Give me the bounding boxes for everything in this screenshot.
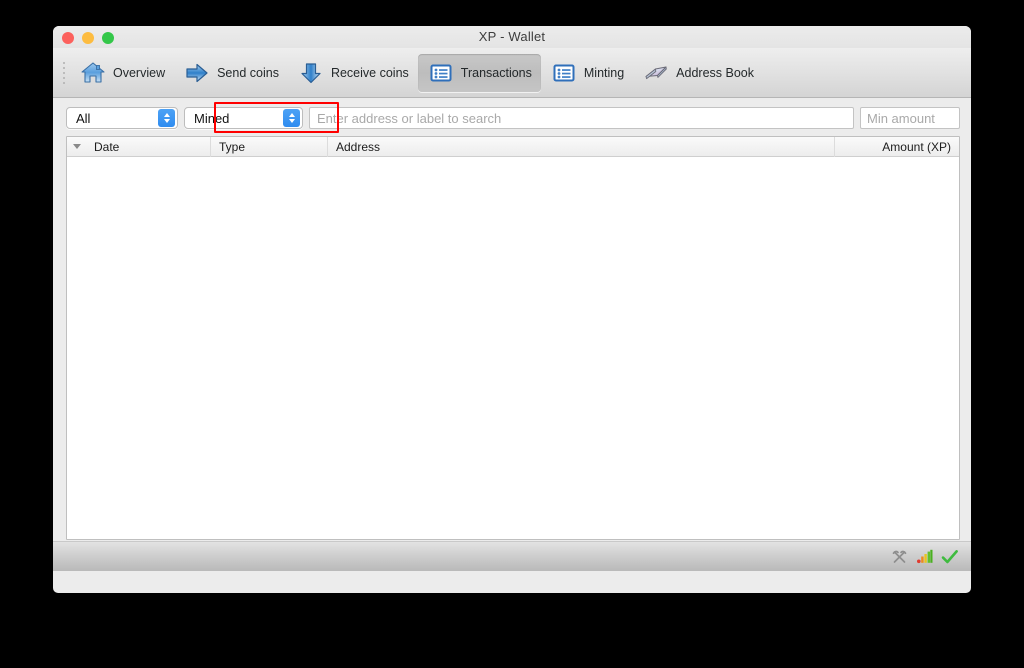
search-input[interactable]	[309, 107, 854, 129]
chevron-updown-icon[interactable]	[283, 109, 300, 127]
toolbar: Overview Send coins Receive coins Transa…	[53, 48, 971, 98]
column-label: Amount (XP)	[882, 139, 951, 154]
transactions-table: Date Type Address Amount (XP)	[66, 136, 960, 540]
title-bar: XP - Wallet	[53, 26, 971, 48]
mining-pickaxe-icon[interactable]	[892, 549, 909, 565]
toolbar-item-label: Receive coins	[330, 65, 409, 80]
toolbar-item-minting[interactable]: Minting	[541, 54, 633, 92]
column-header-sort[interactable]	[67, 137, 86, 157]
column-label: Address	[336, 139, 381, 154]
column-header-date[interactable]: Date	[86, 137, 211, 157]
toolbar-item-label: Overview	[113, 65, 166, 80]
list-icon	[553, 64, 575, 81]
toolbar-grip-handle[interactable]	[59, 60, 68, 86]
column-label: Date	[94, 139, 120, 154]
list-icon	[430, 64, 452, 81]
toolbar-item-label: Address Book	[676, 65, 754, 80]
min-amount-input[interactable]	[860, 107, 960, 129]
toolbar-item-overview[interactable]: Overview	[70, 54, 174, 92]
column-header-amount[interactable]: Amount (XP)	[835, 137, 959, 157]
toolbar-item-label: Send coins	[217, 65, 279, 80]
arrow-right-icon	[186, 63, 208, 82]
book-icon	[645, 66, 667, 79]
table-body-empty[interactable]	[67, 157, 959, 539]
toolbar-item-receive-coins[interactable]: Receive coins	[288, 54, 418, 92]
column-label: Type	[219, 139, 246, 154]
sync-check-icon[interactable]	[941, 549, 959, 565]
type-filter[interactable]: Mined	[184, 107, 303, 129]
date-range-value: All	[76, 110, 91, 126]
toolbar-item-address-book[interactable]: Address Book	[633, 54, 763, 92]
signal-bars-icon[interactable]	[917, 549, 933, 564]
screen: XP - Wallet Overview Send coins Receive …	[0, 0, 1024, 668]
date-range-filter[interactable]: All	[66, 107, 178, 129]
column-header-address[interactable]: Address	[328, 137, 835, 157]
wallet-window: XP - Wallet Overview Send coins Receive …	[53, 26, 971, 593]
toolbar-item-send-coins[interactable]: Send coins	[174, 54, 288, 92]
filter-bar: All Mined	[66, 102, 960, 133]
toolbar-item-label: Minting	[583, 65, 625, 80]
sort-descending-icon	[72, 144, 81, 149]
column-header-type[interactable]: Type	[211, 137, 328, 157]
arrow-down-icon	[301, 62, 321, 83]
type-filter-value: Mined	[194, 110, 230, 126]
toolbar-item-transactions[interactable]: Transactions	[417, 53, 541, 92]
toolbar-item-label: Transactions	[460, 65, 532, 80]
window-title: XP - Wallet	[478, 29, 546, 44]
table-header-row: Date Type Address Amount (XP)	[67, 137, 959, 157]
chevron-updown-icon[interactable]	[158, 109, 175, 127]
transactions-page: All Mined Enter address or label to sear…	[53, 98, 971, 541]
home-icon	[81, 61, 105, 83]
status-bar	[53, 541, 971, 571]
